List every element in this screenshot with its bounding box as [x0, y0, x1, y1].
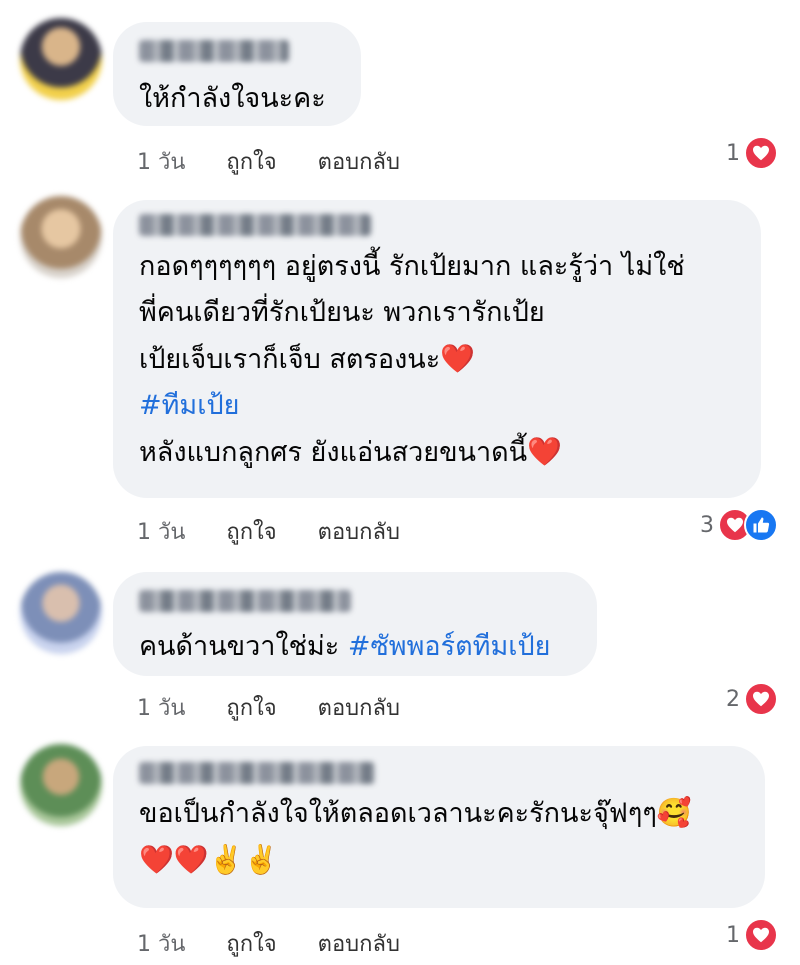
reply-button[interactable]: ตอบกลับ — [318, 690, 400, 725]
emoji: ❤️❤️✌️✌️ — [139, 843, 279, 876]
comment-line: คนด้านขวาใช่ม่ะ #ซัพพอร์ตทีมเป้ย — [139, 624, 571, 670]
heart-icon — [744, 136, 778, 170]
like-button[interactable]: ถูกใจ — [226, 514, 276, 549]
reply-button[interactable]: ตอบกลับ — [318, 144, 400, 179]
avatar[interactable] — [20, 744, 102, 826]
reaction-count: 3 — [700, 512, 714, 538]
emoji: 🥰 — [656, 796, 692, 829]
reaction-count: 2 — [726, 686, 740, 712]
author-name[interactable] — [139, 214, 371, 236]
reaction-count: 1 — [726, 922, 740, 948]
comment-time[interactable]: 1 วัน — [137, 514, 185, 549]
author-name[interactable] — [139, 762, 375, 784]
emoji: ❤️ — [440, 342, 476, 375]
reaction-summary[interactable]: 2 — [726, 682, 778, 716]
comment-text: ให้กำลังใจนะคะ — [139, 76, 335, 122]
avatar[interactable] — [20, 196, 102, 278]
comment-text-segment: กอดๆๆๆๆๆๆ อยู่ตรงนี้ รักเป้ยมาก และรู้ว่… — [139, 251, 685, 282]
reaction-summary[interactable]: 3 — [700, 508, 778, 542]
like-button[interactable]: ถูกใจ — [226, 690, 276, 725]
hashtag-link[interactable]: #ซัพพอร์ตทีมเป้ย — [348, 631, 551, 662]
heart-icon — [744, 682, 778, 716]
comment-line: หลังแบกลูกศร ยังแอ่นสวยขนาดนี้❤️ — [139, 429, 735, 476]
avatar[interactable] — [20, 572, 102, 654]
comment-text-segment: เป้ยเจ็บเราก็เจ็บ สตรองนะ — [139, 344, 441, 375]
avatar[interactable] — [20, 18, 102, 100]
comment-line: ❤️❤️✌️✌️ — [139, 837, 739, 884]
comment-bubble: ให้กำลังใจนะคะ — [113, 22, 361, 126]
reaction-summary[interactable]: 1 — [726, 136, 778, 170]
comment-bubble: คนด้านขวาใช่ม่ะ #ซัพพอร์ตทีมเป้ย — [113, 572, 597, 676]
like-button[interactable]: ถูกใจ — [226, 926, 276, 961]
comment-actions: 1 วัน ถูกใจ ตอบกลับ — [137, 514, 400, 549]
comment-line: พี่คนเดียวที่รักเป้ยนะ พวกเรารักเป้ย — [139, 290, 735, 336]
reaction-summary[interactable]: 1 — [726, 918, 778, 952]
comment-time[interactable]: 1 วัน — [137, 926, 185, 961]
comment-line: เป้ยเจ็บเราก็เจ็บ สตรองนะ❤️ — [139, 336, 735, 383]
author-name[interactable] — [139, 590, 351, 612]
comment-text: ขอเป็นกำลังใจให้ตลอดเวลานะคะรักนะจุ๊ฟๆๆ🥰… — [139, 790, 739, 884]
comment-line: ขอเป็นกำลังใจให้ตลอดเวลานะคะรักนะจุ๊ฟๆๆ🥰 — [139, 790, 739, 837]
comment-text: คนด้านขวาใช่ม่ะ #ซัพพอร์ตทีมเป้ย — [139, 624, 571, 670]
comment-text-segment: หลังแบกลูกศร ยังแอ่นสวยขนาดนี้ — [139, 437, 528, 468]
reply-button[interactable]: ตอบกลับ — [318, 926, 400, 961]
hashtag-link[interactable]: #ทีมเป้ย — [139, 390, 239, 421]
comment-time[interactable]: 1 วัน — [137, 690, 185, 725]
comment-time[interactable]: 1 วัน — [137, 144, 185, 179]
heart-icon — [744, 918, 778, 952]
emoji: ❤️ — [527, 435, 563, 468]
comment-line: กอดๆๆๆๆๆๆ อยู่ตรงนี้ รักเป้ยมาก และรู้ว่… — [139, 244, 735, 290]
comment-bubble: กอดๆๆๆๆๆๆ อยู่ตรงนี้ รักเป้ยมาก และรู้ว่… — [113, 200, 761, 498]
comment-text: กอดๆๆๆๆๆๆ อยู่ตรงนี้ รักเป้ยมาก และรู้ว่… — [139, 244, 735, 476]
comment-text-segment: พี่คนเดียวที่รักเป้ยนะ พวกเรารักเป้ย — [139, 297, 545, 328]
comment-text-segment: คนด้านขวาใช่ม่ะ — [139, 631, 348, 662]
reply-button[interactable]: ตอบกลับ — [318, 514, 400, 549]
reaction-count: 1 — [726, 140, 740, 166]
like-button[interactable]: ถูกใจ — [226, 144, 276, 179]
comment-actions: 1 วัน ถูกใจ ตอบกลับ — [137, 144, 400, 179]
author-name[interactable] — [139, 40, 289, 62]
comment-text-segment: ให้กำลังใจนะคะ — [139, 83, 326, 114]
comment-text-segment: ขอเป็นกำลังใจให้ตลอดเวลานะคะรักนะจุ๊ฟๆๆ — [139, 798, 657, 829]
comment-actions: 1 วัน ถูกใจ ตอบกลับ — [137, 926, 400, 961]
comment-line: #ทีมเป้ย — [139, 383, 735, 429]
comment-line: ให้กำลังใจนะคะ — [139, 76, 335, 122]
comment-bubble: ขอเป็นกำลังใจให้ตลอดเวลานะคะรักนะจุ๊ฟๆๆ🥰… — [113, 746, 765, 908]
thumbs-up-icon — [744, 508, 778, 542]
comment-actions: 1 วัน ถูกใจ ตอบกลับ — [137, 690, 400, 725]
